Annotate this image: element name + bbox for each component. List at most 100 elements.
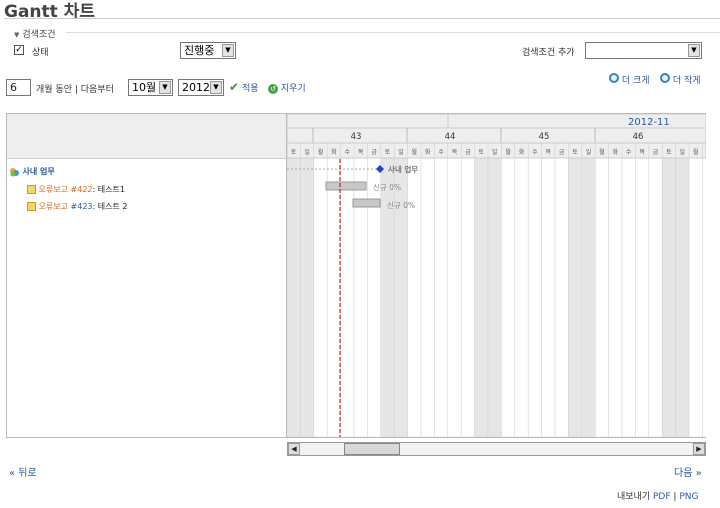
check-icon: ✔ [229, 80, 240, 94]
day-letter: 금 [653, 149, 659, 156]
day-letter: 화 [613, 149, 619, 156]
day-letter: 월 [412, 148, 418, 156]
issue-row: 오류보고 #423: 테스트 2 [27, 201, 128, 212]
day-letter: 금 [371, 149, 377, 156]
project-link[interactable]: 사내 업무 [23, 167, 55, 176]
week-number: 43 [351, 132, 362, 142]
day-letter: 화 [519, 149, 525, 156]
export-png-link[interactable]: PNG [679, 492, 698, 502]
next-link[interactable]: 다음 » [674, 464, 702, 479]
day-letter: 일 [586, 148, 592, 156]
day-column [702, 114, 706, 437]
zoom-in-label: 더 크게 [621, 76, 650, 86]
export-pdf-link[interactable]: PDF [653, 492, 671, 502]
scroll-right-icon[interactable]: ▶ [693, 443, 705, 455]
day-column [581, 114, 596, 437]
day-letter: 목 [546, 149, 552, 156]
month-select[interactable]: 10월 ▼ [128, 79, 173, 96]
apply-label: 적용 [241, 84, 259, 94]
gantt-timeline: 2012-1143 44 45 46토 일 월 화 수 목 금 토 일 월 화 수 목 금 토 일 월 화 수 목 금 토 일 월 화… [287, 114, 706, 437]
prev-link[interactable]: « 뒤로 [9, 464, 37, 479]
week-number: 45 [539, 132, 550, 142]
zoom-in-link[interactable]: 더 크게 [609, 73, 650, 86]
status-select[interactable]: 진행중 ▼ [180, 42, 236, 59]
issue-tracker[interactable]: 오류보고 [39, 185, 68, 194]
status-checkbox[interactable]: ✓ [14, 45, 24, 55]
year-select[interactable]: 2012 ▼ [178, 79, 224, 96]
reload-icon: ↺ [268, 84, 278, 94]
issue-subject: 테스트 2 [97, 202, 128, 211]
month-label: 2012-11 [628, 117, 670, 128]
day-column [594, 114, 609, 437]
issue-bar[interactable] [352, 198, 381, 208]
scroll-left-icon[interactable]: ◀ [288, 443, 300, 455]
day-letter: 금 [559, 149, 565, 156]
months-label: 개월 동안 | 다음부터 [36, 85, 114, 95]
day-column [434, 114, 449, 437]
issue-icon [27, 202, 36, 211]
day-column [568, 114, 583, 437]
day-column [380, 114, 395, 437]
months-input[interactable]: 6 [6, 79, 31, 96]
dropdown-arrow-icon: ▼ [688, 44, 700, 57]
day-column [460, 114, 475, 437]
day-letter: 토 [291, 149, 297, 156]
status-select-value: 진행중 [184, 44, 215, 57]
clear-link[interactable]: ↺ 지우기 [268, 81, 306, 94]
day-letter: 일 [398, 148, 404, 156]
day-column [340, 114, 355, 437]
day-column [447, 114, 462, 437]
status-label: 상태 [32, 48, 49, 58]
dropdown-arrow-icon: ▼ [159, 81, 171, 94]
day-letter: 월 [599, 148, 605, 156]
day-column [487, 114, 502, 437]
day-column [554, 114, 569, 437]
day-column [501, 114, 516, 437]
day-column [287, 114, 301, 437]
day-letter: 수 [532, 149, 538, 156]
apply-link[interactable]: ✔ 적용 [229, 80, 259, 94]
day-letter: 월 [505, 148, 511, 156]
day-column [675, 114, 690, 437]
day-letter: 일 [304, 148, 310, 156]
timeline-day-columns [287, 114, 706, 437]
day-column [313, 114, 328, 437]
filters-legend[interactable]: ▼ 검색조건 [14, 27, 56, 40]
day-letter: 일 [492, 148, 498, 156]
day-column [353, 114, 368, 437]
day-column [367, 114, 382, 437]
week-number: 46 [633, 132, 644, 142]
add-filter-select[interactable]: ▼ [585, 42, 702, 59]
issue-number[interactable]: #422 [71, 185, 93, 194]
day-column [420, 114, 435, 437]
day-letter: 목 [452, 149, 458, 156]
zoom-in-icon [609, 73, 619, 83]
issue-bar[interactable] [325, 181, 367, 191]
add-filter-label: 검색조건 추가 [522, 48, 575, 58]
day-column [635, 114, 650, 437]
issue-row: 오류보고 #422: 테스트1 [27, 184, 125, 195]
day-letter: 수 [626, 149, 632, 156]
day-column [621, 114, 636, 437]
day-column [393, 114, 408, 437]
issue-icon [27, 185, 36, 194]
issue-subject: 테스트1 [97, 185, 125, 194]
day-letter: 수 [438, 149, 444, 156]
issue-number[interactable]: #423 [71, 202, 93, 211]
export-label: 내보내기 [617, 492, 651, 502]
gantt-horizontal-scrollbar[interactable]: ◀ ▶ [287, 442, 706, 456]
export-separator: | [673, 492, 677, 502]
project-icon [9, 167, 20, 177]
week-number: 44 [445, 132, 456, 142]
issue-tracker[interactable]: 오류보고 [39, 202, 68, 211]
day-letter: 토 [479, 149, 485, 156]
day-column [648, 114, 663, 437]
zoom-out-link[interactable]: 더 작게 [660, 73, 701, 86]
zoom-out-icon [660, 73, 670, 83]
title-divider [4, 18, 720, 19]
filters-legend-label: 검색조건 [22, 30, 56, 40]
project-row: 사내 업무 [9, 166, 55, 177]
scroll-thumb[interactable] [344, 443, 400, 455]
day-letter: 금 [465, 149, 471, 156]
day-letter: 화 [425, 149, 431, 156]
